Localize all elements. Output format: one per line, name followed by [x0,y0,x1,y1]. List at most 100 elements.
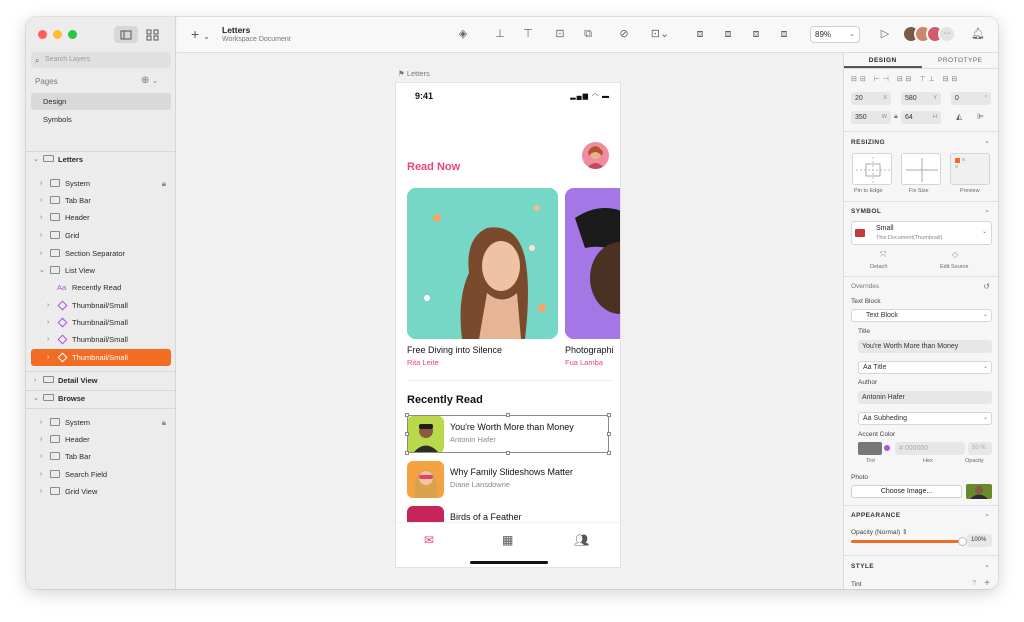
help-icon[interactable]: ? [972,580,976,587]
edit-source-label[interactable]: Edit Source [940,264,968,270]
intersect-icon[interactable]: ⧈ [750,28,762,40]
sidebar-toggle-button[interactable] [114,26,138,43]
union-icon[interactable]: ⧈ [694,28,706,40]
height-field[interactable]: 64 H [901,111,941,124]
artboard-letters[interactable]: 9:41 ▂▄▆ ◠ ▬ Read Now Free Diving into S… [395,82,621,568]
layer-artboard-detail-view[interactable]: › Detail View [26,372,176,389]
layer-thumbnail-small[interactable]: › Thumbnail/Small [26,314,176,331]
layer-thumbnail-small[interactable]: › Thumbnail/Small [26,297,176,314]
tab-prototype[interactable]: PROTOTYPE [922,53,999,68]
accent-opacity-input[interactable]: 50 % [968,442,992,455]
layer-label: Grid [65,231,80,240]
add-page-button[interactable]: ⊕ ⌄ [141,75,158,86]
book-card-cover[interactable] [407,188,558,339]
collaborators[interactable]: ··· [902,25,958,43]
y-field[interactable]: 580 Y [901,92,941,105]
layer-header[interactable]: › Header [26,431,176,448]
layer-thumbnail-small-selected[interactable]: › Thumbnail/Small [31,349,171,366]
close-button[interactable] [38,30,47,39]
opacity-mode-label[interactable]: Opacity (Normal) ⇕ [851,528,907,536]
artboard-label[interactable]: ⚑ Letters [398,69,430,78]
search-icon: ⌕ [35,56,40,65]
layer-section-separator[interactable]: › Section Separator [26,245,176,262]
mask-icon[interactable]: ⊡ [554,28,566,40]
layer-grid[interactable]: › Grid [26,227,176,244]
page-item-symbols[interactable]: Symbols [31,111,171,128]
lock-icon[interactable]: 🔒︎ [162,414,166,431]
signal-icon: ▂▄▆ [570,93,589,100]
symbol-select[interactable]: Small This Document(Thumbnail) ⌄ [851,221,992,245]
layer-header[interactable]: › Header [26,209,176,226]
title-override-input[interactable]: You're Worth More than Money [858,340,992,353]
flip-icon[interactable]: ◭ [956,112,962,121]
accent-color-swatch[interactable] [858,442,882,455]
zoom-select[interactable]: 89% ⌄ [810,26,860,43]
author-override-input[interactable]: Antonin Hafer [858,391,992,404]
chevron-down-icon[interactable]: ⌄ [984,206,990,214]
maximize-button[interactable] [68,30,77,39]
fix-size-option[interactable] [901,153,941,185]
grid-tab-icon[interactable]: ▦ [502,533,513,547]
opacity-slider-handle[interactable] [958,537,967,546]
width-field[interactable]: 350 W [851,111,891,124]
opacity-input[interactable]: 100% [967,534,992,547]
mail-tab-icon[interactable]: ✉ [424,533,434,547]
flip-vertical-icon[interactable]: ⊫ [977,112,984,121]
layer-tab-bar[interactable]: › Tab Bar [26,192,176,209]
author-style-select[interactable]: Aa Subheding ⌄ [858,412,992,425]
book-card-cover[interactable] [565,188,620,339]
canvas[interactable]: ⚑ Letters 9:41 ▂▄▆ ◠ ▬ Read Now Free Div… [177,53,843,589]
layer-search-field[interactable]: › Search Field [26,466,176,483]
page-item-design[interactable]: Design [31,93,171,110]
text-block-select[interactable]: Text Block ⌄ [851,309,992,322]
layer-system[interactable]: › System 🔒︎ [26,414,176,431]
distribute-icon[interactable]: ⊤ [522,28,534,40]
components-button[interactable] [144,26,162,43]
align-tools[interactable]: ⊟⊟ ⊢⊣ ⊟⊟ ⊤⊥ ⊟⊟ [851,75,960,83]
layer-thumbnail-small[interactable]: › Thumbnail/Small [26,331,176,348]
chevron-down-icon[interactable]: ⌄ [984,137,990,145]
play-icon[interactable]: ▷ [879,28,891,40]
tab-design[interactable]: DESIGN [844,53,922,68]
rotation-field[interactable]: 0 ° [951,92,991,105]
x-field[interactable]: 20 X [851,92,891,105]
layer-artboard-letters[interactable]: ⌄ Letters [26,151,176,168]
reset-icon[interactable]: ↺ [983,282,990,291]
accent-hex-input[interactable]: # 000000 [895,442,965,455]
list-item[interactable]: Why Family Slideshows Matter Diane Lansd… [407,461,612,499]
layer-grid-view[interactable]: › Grid View [26,483,176,500]
insert-button[interactable]: + ⌄ [191,26,210,42]
create-symbol-icon[interactable]: ◈ [457,28,469,40]
detach-label[interactable]: Detach [870,264,887,270]
choose-image-button[interactable]: Choose Image... [851,485,962,498]
chevron-down-icon[interactable]: ⌄ [984,561,990,569]
subtract-icon[interactable]: ⧈ [722,28,734,40]
pin-to-edge-option[interactable] [852,153,892,185]
layer-recently-read[interactable]: Aa Recently Read [26,279,176,296]
layer-artboard-browse[interactable]: ⌄ Browse [26,390,176,407]
title-style-select[interactable]: Aa Title ⌄ [858,361,992,374]
lock-icon[interactable]: 🔒︎ [162,175,166,192]
people-tab-icon[interactable]: 👥︎ [574,533,589,547]
photo-thumbnail[interactable] [966,484,992,499]
layer-system[interactable]: › System 🔒︎ [26,175,176,192]
minimize-button[interactable] [53,30,62,39]
disable-icon[interactable]: ⊘ [618,28,630,40]
layer-tab-bar[interactable]: › Tab Bar [26,448,176,465]
difference-icon[interactable]: ⧈ [778,28,790,40]
layer-list-view[interactable]: ⌄ List View [26,262,176,279]
bell-icon[interactable]: 🔔︎ [971,28,985,40]
frame-icon[interactable]: ⊡⌄ [650,28,670,40]
detach-icon[interactable]: ⤧ [880,250,886,260]
align-bottom-icon[interactable]: ⊥ [494,28,506,40]
layer-label: Section Separator [65,249,126,258]
opacity-slider[interactable] [851,537,967,546]
chevron-down-icon[interactable]: ⌄ [984,510,990,518]
folder-icon [50,179,60,187]
preview-option[interactable] [950,153,990,185]
edit-source-icon[interactable]: ◇ [952,250,958,259]
search-layers-input[interactable]: ⌕ Search Layers [31,52,171,68]
add-tint-button[interactable]: + [984,578,990,589]
scale-icon[interactable]: ⧉ [582,28,594,40]
lock-ratio-icon[interactable]: 🔒︎ [894,113,898,121]
